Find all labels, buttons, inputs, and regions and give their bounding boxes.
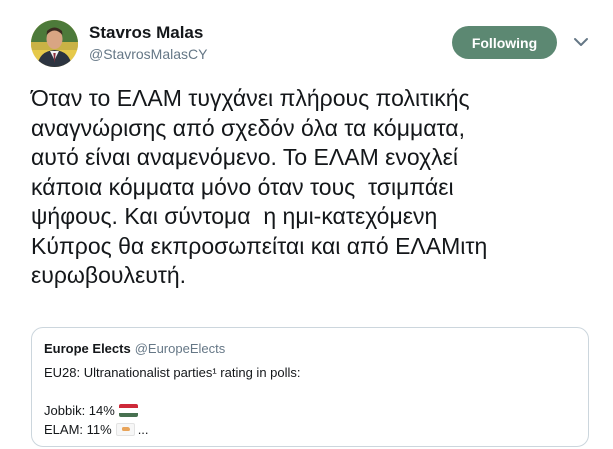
quoted-text-line-1: EU28: Ultranationalist parties¹ rating i… bbox=[44, 365, 301, 380]
quoted-text-line: Jobbik: 14% bbox=[44, 401, 301, 420]
quoted-text-line: EU28: Ultranationalist parties¹ rating i… bbox=[44, 363, 301, 382]
tweet-text-line: κάποια κόμματα μόνο όταν τους τσιμπάει bbox=[31, 173, 454, 200]
tweet-text-line: αυτό είναι αναμενόμενο. Το ΕΛΑΜ ενοχλεί bbox=[31, 144, 459, 170]
quoted-tweet-text: EU28: Ultranationalist parties¹ rating i… bbox=[44, 363, 301, 439]
following-button[interactable]: Following bbox=[452, 26, 557, 59]
tweet-text-line: Όταν το ΕΛΑΜ τυγχάνει πλήρους πολιτικής bbox=[31, 85, 470, 111]
tweet-card: Stavros Malas @StavrosMalasCY Following … bbox=[0, 0, 613, 449]
author-handle[interactable]: @StavrosMalasCY bbox=[89, 46, 207, 62]
quoted-author-name: Europe Elects bbox=[44, 341, 131, 356]
hungary-flag-icon bbox=[118, 404, 138, 417]
profile-photo-icon bbox=[31, 20, 78, 67]
tweet-text-line: αναγνώρισης από σχεδόν όλα τα κόμματα, bbox=[31, 114, 465, 141]
cyprus-flag-icon bbox=[115, 423, 135, 436]
avatar[interactable] bbox=[31, 20, 78, 67]
tweet-text-line: ψήφους. Και σύντομα η ημι-κατεχόμενη bbox=[31, 203, 438, 229]
tweet-text: Όταν το ΕΛΑΜ τυγχάνει πλήρους πολιτικής … bbox=[31, 84, 601, 291]
quoted-tweet-header: Europe Elects @EuropeElects bbox=[44, 341, 225, 356]
tweet-text-line: Κύπρος θα εκπροσωπείται και από ΕΛΑΜιτη bbox=[31, 232, 488, 259]
tweet-text-line: ευρωβουλευτή. bbox=[31, 262, 187, 288]
quoted-text-line: ELAM: 11% ... bbox=[44, 420, 301, 439]
author-name[interactable]: Stavros Malas bbox=[89, 23, 203, 43]
ellipsis: ... bbox=[137, 422, 149, 437]
quoted-tweet-card[interactable]: Europe Elects @EuropeElects EU28: Ultrana… bbox=[31, 327, 589, 447]
quoted-author-handle: @EuropeElects bbox=[134, 341, 226, 356]
chevron-down-icon[interactable] bbox=[573, 36, 589, 48]
quoted-text-line-2: Jobbik: 14% bbox=[44, 403, 115, 418]
quoted-text-line-3: ELAM: 11% bbox=[44, 422, 112, 437]
